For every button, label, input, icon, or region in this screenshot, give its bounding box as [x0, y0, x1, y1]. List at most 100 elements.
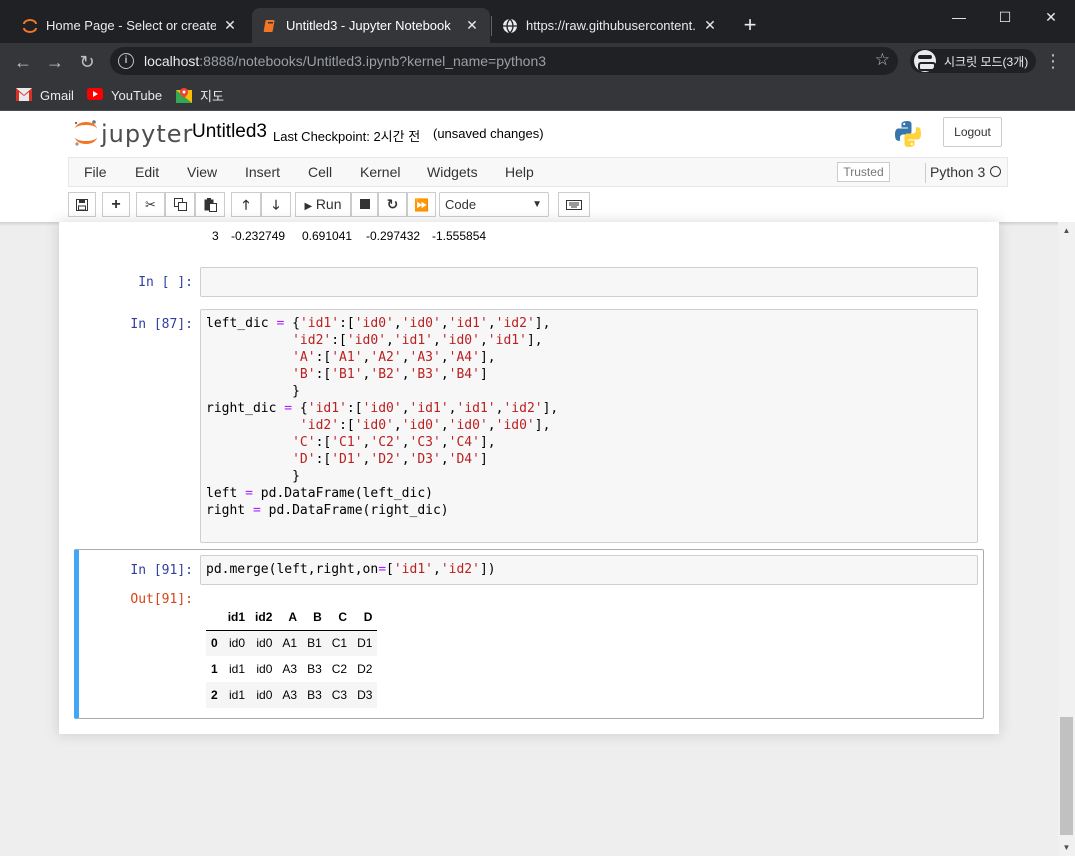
- incognito-icon: [914, 50, 936, 72]
- table-cell: id1: [229, 688, 246, 702]
- code-text: left_dic = {'id1':['id0','id0','id1','id…: [206, 316, 559, 518]
- menu-widgets[interactable]: Widgets: [427, 164, 478, 180]
- browser-tab-github[interactable]: https://raw.githubusercontent.com ✕: [492, 8, 728, 43]
- scroll-down-arrow-icon[interactable]: ▼: [1058, 839, 1075, 856]
- copy-button[interactable]: [165, 192, 195, 217]
- bookmark-gmail[interactable]: Gmail: [16, 85, 74, 105]
- menu-file[interactable]: File: [84, 164, 107, 180]
- close-tab-icon[interactable]: ✕: [702, 17, 718, 34]
- fast-forward-icon: ⏩: [414, 198, 429, 212]
- table-cell: A1: [282, 636, 298, 651]
- maps-icon: [176, 88, 192, 103]
- table-cell: D1: [357, 636, 373, 651]
- jupyter-menubar: File Edit View Insert Cell Kernel Widget…: [68, 157, 1008, 187]
- run-button[interactable]: ▶ Run: [295, 192, 351, 217]
- menu-help[interactable]: Help: [505, 164, 534, 180]
- restart-run-all-button[interactable]: ⏩: [407, 192, 436, 217]
- bookmark-label: YouTube: [111, 87, 163, 103]
- jupyter-header: jupyter Untitled3 Last Checkpoint: 2시간 전…: [0, 111, 1075, 158]
- table-cell: B1: [307, 636, 322, 651]
- input-prompt: In [91]:: [130, 563, 193, 578]
- globe-icon: [502, 18, 518, 34]
- bookmark-label: 지도: [200, 88, 224, 104]
- save-icon: [76, 199, 88, 211]
- step-forward-icon: ▶: [304, 201, 313, 212]
- row-value: -1.555854: [432, 229, 487, 243]
- menu-insert[interactable]: Insert: [245, 164, 280, 180]
- stop-icon: [359, 199, 370, 209]
- cell-type-select[interactable]: Code ▼: [439, 192, 549, 217]
- browser-tab-home[interactable]: Home Page - Select or create a notebook …: [12, 8, 248, 43]
- reload-icon[interactable]: ↻: [76, 51, 98, 73]
- gmail-icon: [16, 88, 32, 102]
- autosave-status: (unsaved changes): [433, 126, 544, 141]
- menu-edit[interactable]: Edit: [135, 164, 159, 180]
- back-arrow-icon[interactable]: ←: [12, 51, 34, 73]
- table-row: 1 id1 id0 A3 B3 C2 D2: [206, 656, 377, 682]
- close-tab-icon[interactable]: ✕: [222, 17, 238, 34]
- table-cell: id0: [256, 688, 273, 702]
- kernel-divider: [925, 163, 926, 183]
- table-cell: C1: [331, 636, 348, 651]
- move-up-button[interactable]: 🡑: [231, 192, 261, 217]
- dataframe-output-table: id1 id2 A B C D 0 id0 id0 A1 B1 C1 D1 1 …: [206, 604, 378, 708]
- site-info-icon[interactable]: i: [118, 53, 134, 69]
- save-button[interactable]: [68, 192, 96, 217]
- table-cell: A3: [282, 662, 298, 676]
- plus-icon: +: [111, 196, 121, 213]
- code-cell-input[interactable]: pd.merge(left,right,on=['id1','id2']): [200, 555, 978, 585]
- row-index: 1: [211, 662, 218, 676]
- paste-button[interactable]: [195, 192, 225, 217]
- menu-kernel[interactable]: Kernel: [360, 164, 400, 180]
- bookmarks-bar: Gmail YouTube 지도: [0, 79, 1075, 111]
- checkpoint-status: Last Checkpoint: 2시간 전: [273, 129, 421, 144]
- scrollbar-thumb[interactable]: [1060, 717, 1073, 835]
- notebook-name[interactable]: Untitled3: [192, 121, 267, 143]
- close-tab-icon[interactable]: ✕: [464, 17, 480, 34]
- url-text[interactable]: localhost:8888/notebooks/Untitled3.ipynb…: [144, 53, 546, 69]
- table-row: 0 id0 id0 A1 B1 C1 D1: [206, 630, 378, 656]
- incognito-badge[interactable]: 시크릿 모드(3개): [910, 49, 1037, 73]
- code-cell-input[interactable]: left_dic = {'id1':['id0','id0','id1','id…: [200, 309, 978, 543]
- url-path: :8888/notebooks/Untitled3.ipynb?kernel_n…: [199, 53, 547, 69]
- row-value: -0.297432: [366, 229, 421, 243]
- cut-button[interactable]: ✂: [136, 192, 165, 217]
- bookmark-label: Gmail: [40, 87, 74, 103]
- interrupt-button[interactable]: [351, 192, 378, 217]
- forward-arrow-icon[interactable]: →: [44, 51, 66, 73]
- table-cell: B3: [307, 662, 322, 676]
- maximize-window-button[interactable]: ☐: [982, 4, 1028, 30]
- row-index: 3: [212, 229, 219, 243]
- browser-menu-icon[interactable]: ⋮: [1044, 52, 1062, 70]
- insert-cell-button[interactable]: +: [102, 192, 130, 217]
- keyboard-icon: [566, 200, 582, 210]
- table-header-row: id1 id2 A B C D: [206, 604, 378, 631]
- minimize-window-button[interactable]: —: [936, 4, 982, 30]
- browser-tab-notebook[interactable]: Untitled3 - Jupyter Notebook ✕: [252, 8, 490, 43]
- menu-cell[interactable]: Cell: [308, 164, 332, 180]
- row-value: -0.232749: [231, 229, 286, 243]
- scissors-icon: ✂: [145, 197, 156, 212]
- scroll-up-arrow-icon[interactable]: ▲: [1058, 222, 1075, 239]
- logout-button[interactable]: Logout: [943, 117, 1002, 147]
- address-bar[interactable]: i localhost:8888/notebooks/Untitled3.ipy…: [110, 47, 898, 75]
- table-cell: id0: [256, 662, 273, 676]
- column-header: C: [326, 604, 353, 631]
- table-row: 2 id1 id0 A3 B3 C3 D3: [206, 682, 378, 708]
- bookmark-star-icon[interactable]: ☆: [875, 50, 890, 70]
- bookmark-youtube[interactable]: YouTube: [87, 85, 162, 105]
- trusted-badge[interactable]: Trusted: [837, 162, 890, 182]
- restart-button[interactable]: ↻: [378, 192, 407, 217]
- menu-view[interactable]: View: [187, 164, 217, 180]
- move-down-button[interactable]: 🡓: [261, 192, 291, 217]
- bookmark-maps[interactable]: 지도: [176, 85, 224, 105]
- browser-tab-strip: Home Page - Select or create a notebook …: [0, 0, 1075, 43]
- kernel-idle-indicator-icon: [990, 166, 1001, 177]
- close-window-button[interactable]: ✕: [1028, 4, 1074, 30]
- command-palette-button[interactable]: [558, 192, 590, 217]
- page-scrollbar[interactable]: ▲ ▼: [1058, 222, 1075, 856]
- code-cell-input[interactable]: [200, 267, 978, 297]
- column-header: D: [352, 604, 378, 631]
- arrow-down-icon: 🡓: [272, 197, 280, 212]
- new-tab-button[interactable]: +: [738, 14, 762, 36]
